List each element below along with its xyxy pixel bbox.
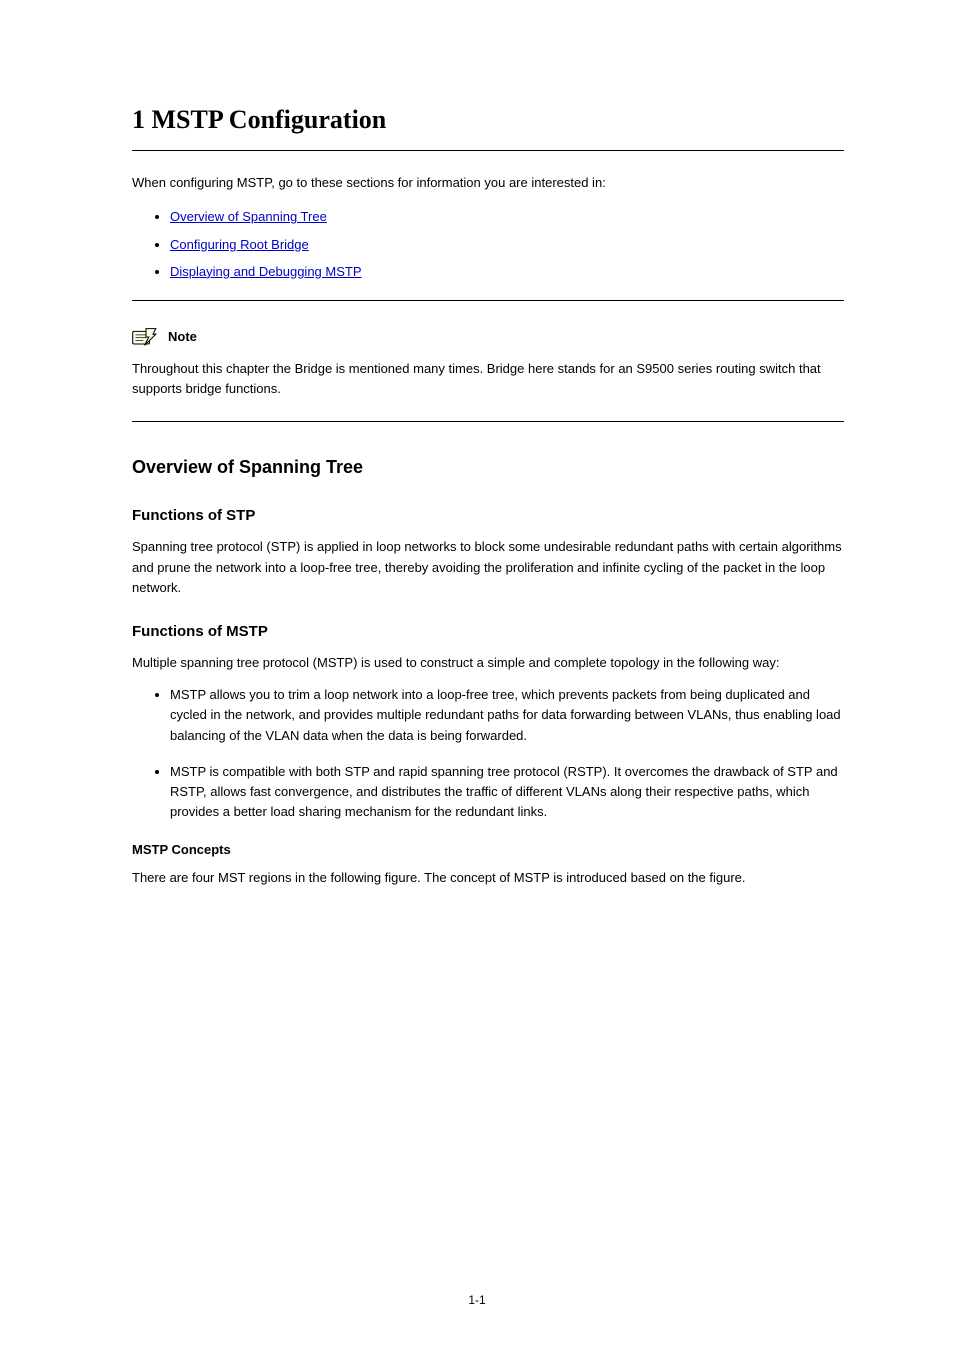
toc-list: Overview of Spanning Tree Configuring Ro… <box>170 207 844 281</box>
lead-text: When configuring MSTP, go to these secti… <box>132 173 844 193</box>
list-item: MSTP is compatible with both STP and rap… <box>170 762 844 822</box>
toc-link-display-debug[interactable]: Displaying and Debugging MSTP <box>170 264 362 279</box>
section-overview-heading: Overview of Spanning Tree <box>132 454 844 482</box>
toc-link-overview[interactable]: Overview of Spanning Tree <box>170 209 327 224</box>
concepts-paragraph-1: There are four MST regions in the follow… <box>132 868 844 888</box>
subsection-mstp-functions: Functions of MSTP <box>132 620 844 643</box>
chapter-title: 1 MSTP Configuration <box>132 100 844 140</box>
note-header: Note <box>132 327 844 347</box>
subsubsection-mstp-concepts: MSTP Concepts <box>132 840 844 860</box>
note-text: Throughout this chapter the Bridge is me… <box>132 359 844 399</box>
page-number: 1-1 <box>0 1291 954 1310</box>
toc-item: Displaying and Debugging MSTP <box>170 262 844 282</box>
subsection-stp-functions: Functions of STP <box>132 504 844 527</box>
stp-paragraph-1: Spanning tree protocol (STP) is applied … <box>132 537 844 597</box>
mstp-bullet-list: MSTP allows you to trim a loop network i… <box>170 685 844 822</box>
toc-item: Overview of Spanning Tree <box>170 207 844 227</box>
note-icon <box>132 327 160 347</box>
note-label: Note <box>168 327 197 347</box>
mstp-paragraph-lead: Multiple spanning tree protocol (MSTP) i… <box>132 653 844 673</box>
chapter-rule <box>132 150 844 151</box>
toc-item: Configuring Root Bridge <box>170 235 844 255</box>
note-callout: Note Throughout this chapter the Bridge … <box>132 300 844 422</box>
list-item: MSTP allows you to trim a loop network i… <box>170 685 844 745</box>
toc-link-root-bridge[interactable]: Configuring Root Bridge <box>170 237 309 252</box>
